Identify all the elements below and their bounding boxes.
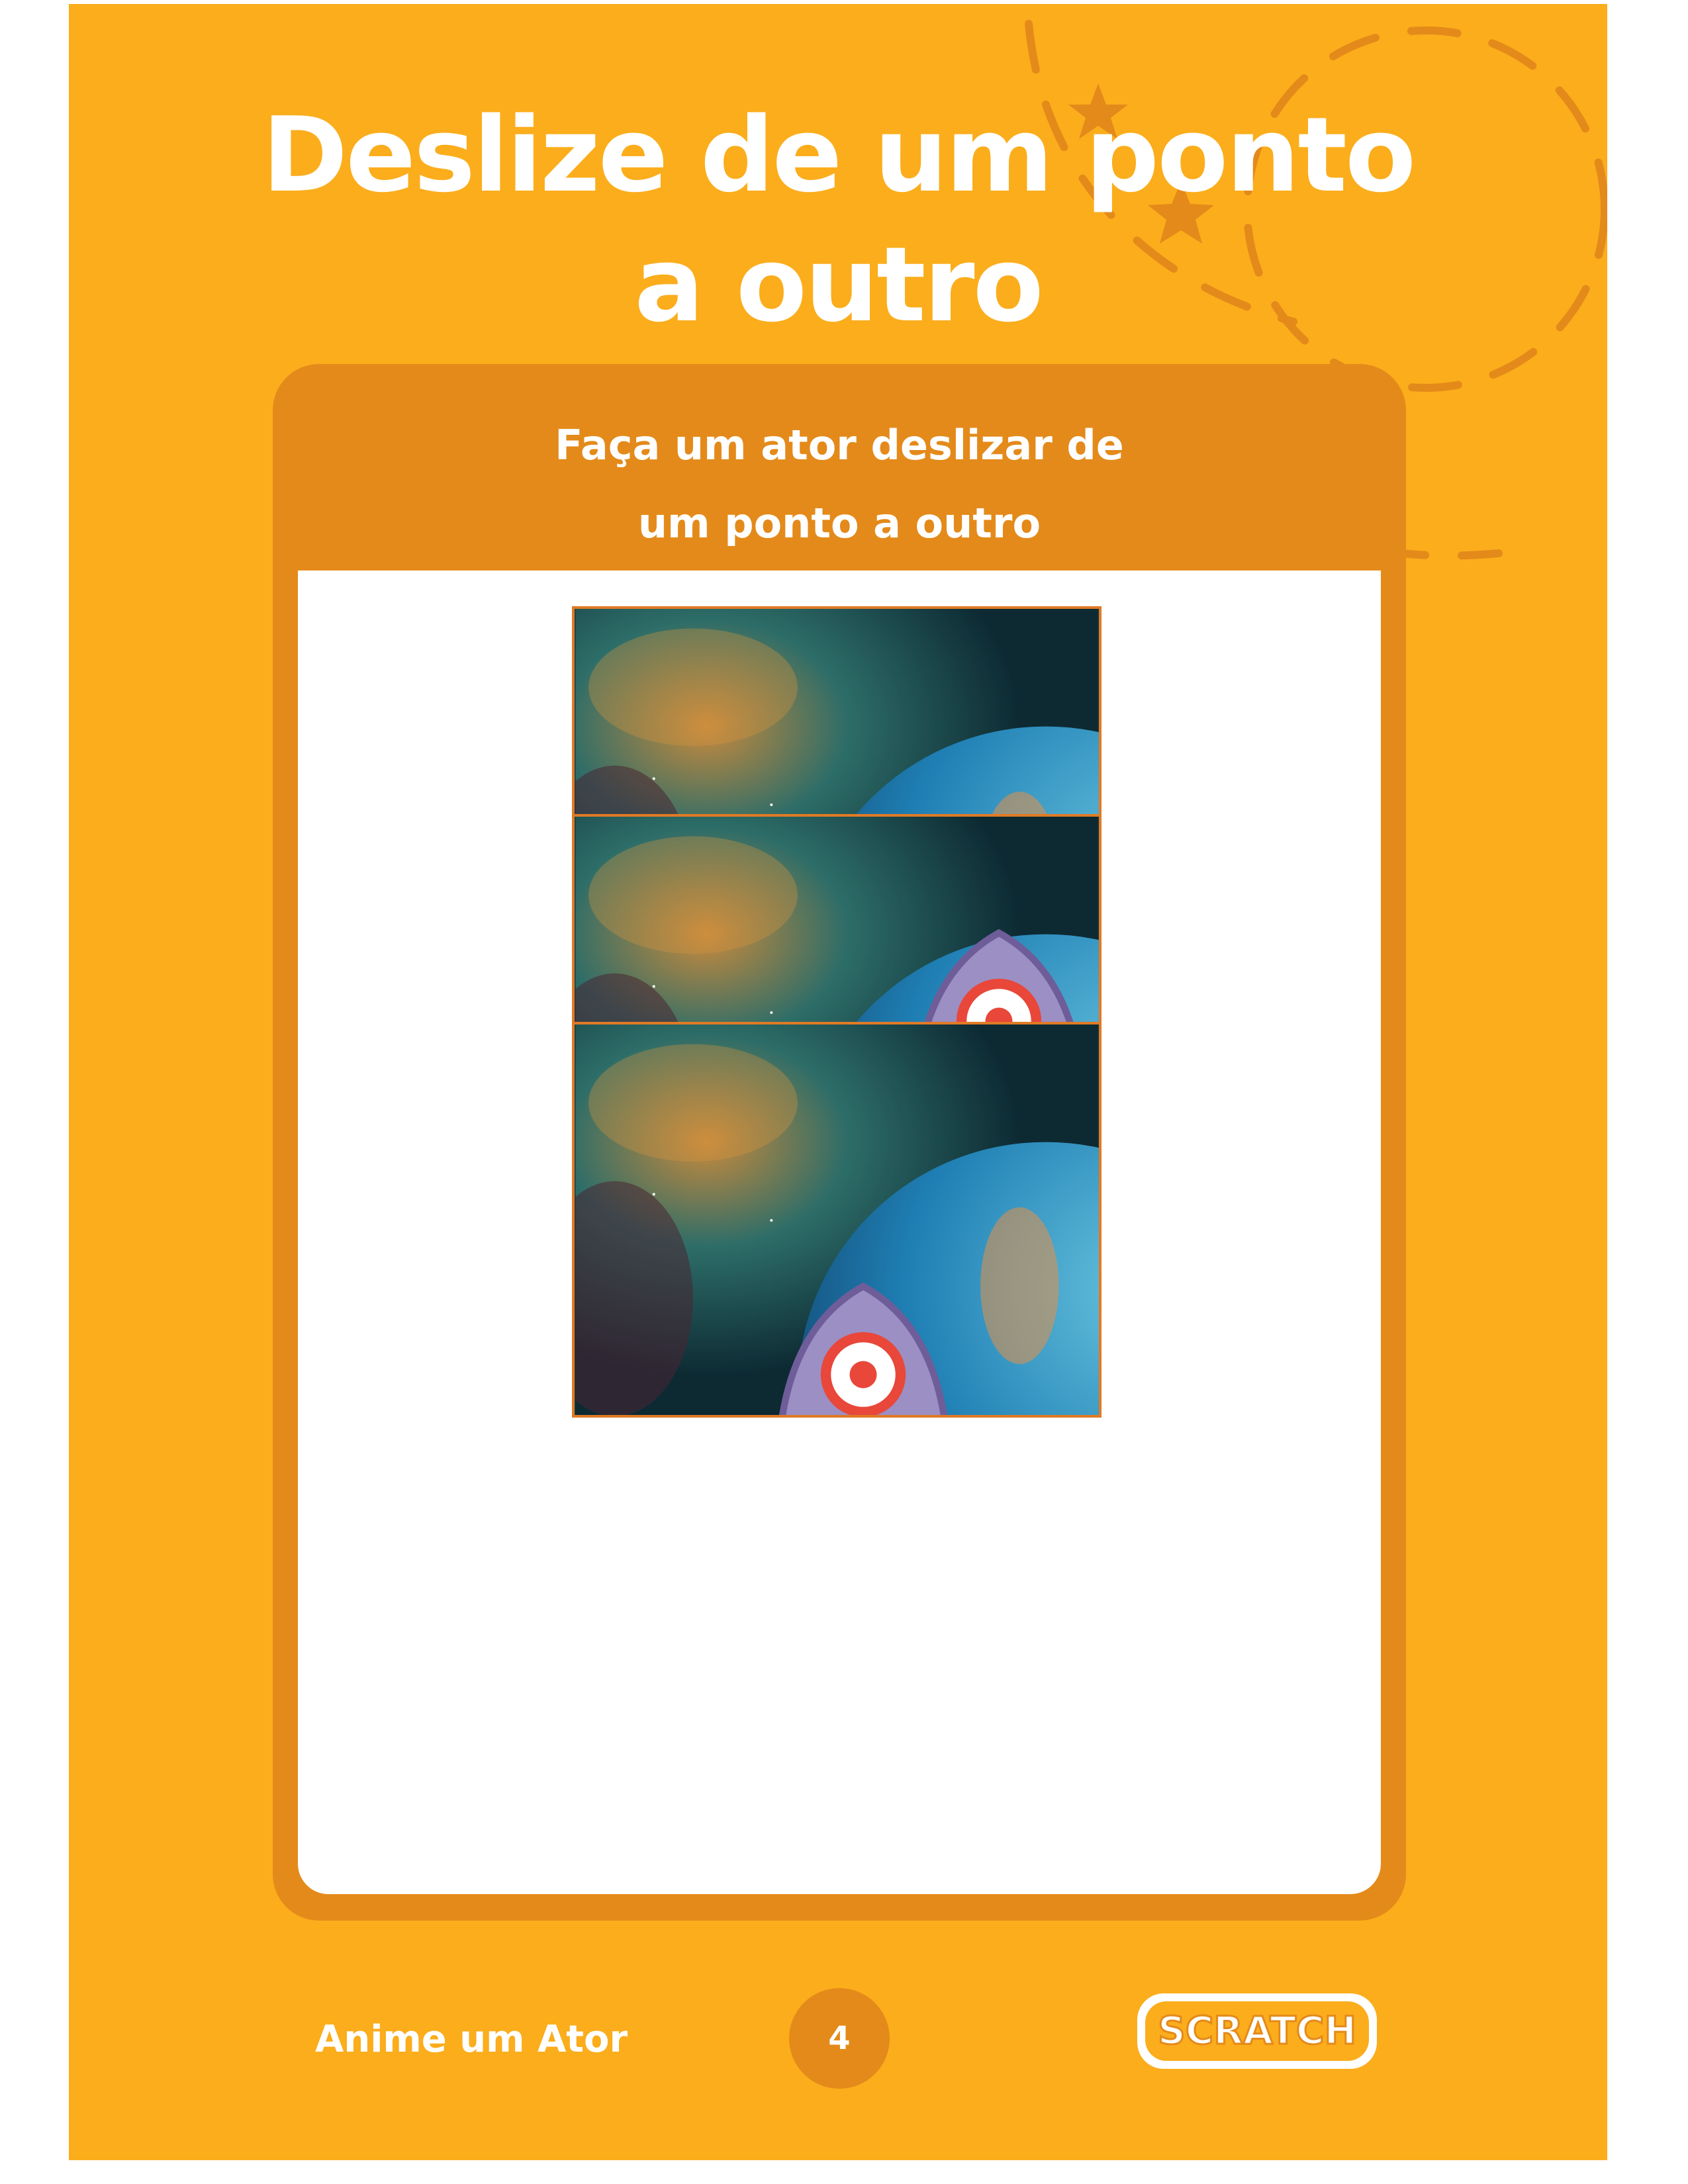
page-number-badge: 4 (789, 1988, 890, 2089)
title-line-1: Deslize de um ponto (261, 95, 1416, 215)
page-title: Deslize de um ponto a outro (69, 90, 1607, 349)
svg-text:SCRATCH: SCRATCH (1158, 2008, 1356, 2053)
rocket-icon (778, 1282, 948, 1415)
card-header-line-2: um ponto a outro (637, 499, 1041, 547)
scratch-logo: SCRATCH (1135, 1988, 1380, 2074)
instruction-card: Faça um ator deslizar de um ponto a outr… (273, 364, 1406, 1921)
footer-label: Anime um Ator (315, 2018, 628, 2061)
page: Deslize de um ponto a outro Faça um ator… (69, 4, 1607, 2160)
card-header-line-1: Faça um ator deslizar de (555, 421, 1124, 469)
stage-frame-3 (572, 1022, 1102, 1418)
card-body (298, 570, 1381, 1894)
card-header: Faça um ator deslizar de um ponto a outr… (273, 406, 1406, 563)
title-line-2: a outro (634, 224, 1044, 345)
